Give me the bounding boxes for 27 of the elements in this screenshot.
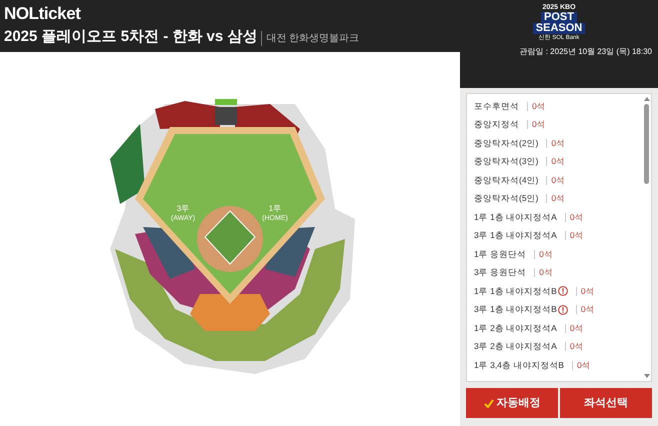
scroll-thumb[interactable] <box>644 104 649 184</box>
seat-grade-item[interactable]: 3루 응원단석 0석 <box>474 264 642 282</box>
scroll-down-icon[interactable] <box>644 374 650 378</box>
date-text: 관람일 : 2025년 10월 23일 (목) 18:30 <box>520 46 652 58</box>
field-label: 1루 <box>268 204 282 213</box>
seat-grade-item[interactable]: 1루 1층 내야지정석B 0석 <box>474 282 642 300</box>
seat-grade-item[interactable]: 1루 2층 내야지정석A 0석 <box>474 319 642 338</box>
seat-grade-item[interactable]: 1루 1층 내야지정석A 0석 <box>474 208 642 226</box>
seat-grade-item[interactable]: 3루 2층 내야지정석A 0석 <box>474 338 642 356</box>
seat-grade-item[interactable]: 중앙지정석 0석 <box>474 116 642 134</box>
logo[interactable]: NOLticket <box>4 4 456 24</box>
venue-text: 대전 한화생명볼파크 <box>261 30 360 46</box>
field-label: 3루 <box>176 204 190 213</box>
check-icon <box>484 398 494 408</box>
seat-grade-item[interactable]: 3루 1층 내야지정석A 0석 <box>474 226 642 245</box>
match-title: 2025 플레이오프 5차전 - 한화 vs 삼성 <box>4 26 258 47</box>
auto-assign-button[interactable]: 자동배정 <box>466 388 558 418</box>
scroll-up-icon[interactable] <box>644 97 650 101</box>
seat-select-button[interactable]: 좌석선택 <box>560 388 652 418</box>
seat-grade-item[interactable]: 중앙탁자석(2인) 0석 <box>474 134 642 152</box>
seat-grade-item[interactable]: 1루 3,4층 내야지정석B 0석 <box>474 356 642 374</box>
seat-grade-item[interactable]: 중앙탁자석(5인) 0석 <box>474 190 642 208</box>
seat-grade-item[interactable]: 3루 1층 내야지정석B 0석 <box>474 300 642 319</box>
seat-grade-item[interactable]: 1루 응원단석 0석 <box>474 245 642 264</box>
seat-grade-item[interactable]: 중앙탁자석(3인) 0석 <box>474 152 642 171</box>
seat-grade-item[interactable]: 중앙탁자석(4인) 0석 <box>474 171 642 190</box>
seat-grade-item[interactable]: 포수후면석 0석 <box>474 97 642 116</box>
